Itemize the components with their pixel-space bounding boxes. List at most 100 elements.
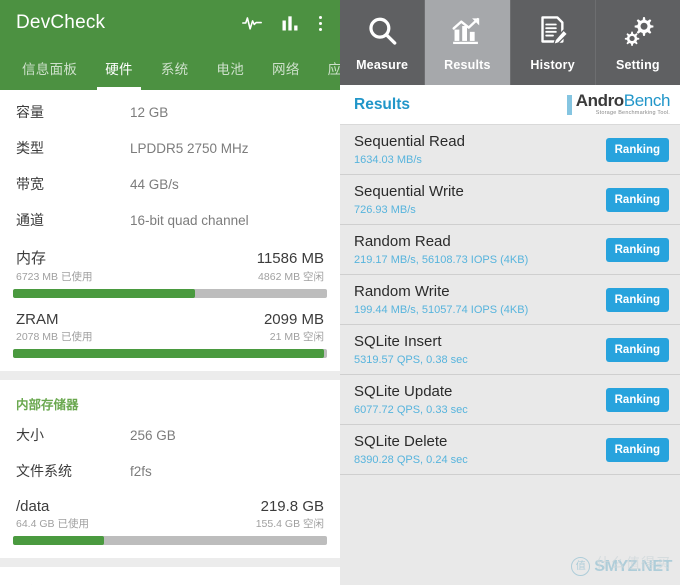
tab-label: 硬件 (105, 62, 133, 77)
document-pencil-icon (536, 14, 570, 53)
tab-results[interactable]: Results (425, 0, 511, 85)
meter-name: /data (16, 498, 50, 515)
tab-setting[interactable]: Setting (595, 0, 680, 85)
ranking-button[interactable]: Ranking (605, 187, 669, 212)
logo-subtitle: Storage Benchmarking Tool. (595, 110, 670, 117)
devcheck-appbar: DevCheck (0, 0, 340, 46)
tab-label: 应用程序 (327, 62, 340, 77)
results-title: Results (354, 95, 410, 113)
result-name: Random Read (354, 233, 451, 251)
screenshot-root: DevCheck 信息面板 硬件 系统 电池 网络 应 容量 12 GB 类型 … (0, 0, 680, 585)
meter-free: 21 MB 空闲 (269, 331, 324, 343)
devcheck-tabs: 信息面板 硬件 系统 电池 网络 应用程序 (0, 46, 340, 90)
gears-icon (621, 14, 655, 53)
info-row-capacity: 容量 12 GB (0, 94, 340, 130)
pulse-icon[interactable] (242, 13, 262, 33)
tab-system[interactable]: 系统 (147, 46, 203, 90)
tab-hardware[interactable]: 硬件 (91, 46, 147, 90)
result-row-sqlite-delete: SQLite Delete 8390.28 QPS, 0.24 sec Rank… (340, 425, 680, 475)
result-name: SQLite Update (354, 383, 453, 401)
meter-used: 2078 MB 已使用 (16, 331, 93, 343)
info-row-filesystem: 文件系统 f2fs (0, 453, 340, 489)
progress-fill (13, 289, 196, 298)
row-value: 256 GB (130, 427, 176, 443)
results-header: Results AndroBench Storage Benchmarking … (340, 85, 680, 125)
result-value: 1634.03 MB/s (354, 153, 422, 166)
result-value: 5319.57 QPS, 0.38 sec (354, 353, 468, 366)
bar-chart-icon[interactable] (280, 13, 300, 33)
ranking-button[interactable]: Ranking (605, 137, 669, 162)
result-value: 8390.28 QPS, 0.24 sec (354, 453, 468, 466)
logo-name-andro: Andro (575, 91, 624, 111)
ranking-button[interactable]: Ranking (605, 337, 669, 362)
meter-name: 内存 (16, 250, 47, 267)
result-row-random-write: Random Write 199.44 MB/s, 51057.74 IOPS … (340, 275, 680, 325)
tab-label: Results (444, 57, 491, 72)
system-storage-card: 系统存储器 文件系统 ext4 /system 2.2 GB 2.2 GB 已使… (0, 567, 340, 585)
androbench-tabbar: Measure Results History Setting (340, 0, 680, 85)
info-row-bandwidth: 带宽 44 GB/s (0, 166, 340, 202)
memory-card: 容量 12 GB 类型 LPDDR5 2750 MHz 带宽 44 GB/s 通… (0, 90, 340, 371)
tab-label: 电池 (216, 62, 245, 77)
internal-storage-card: 内部存储器 大小 256 GB 文件系统 f2fs /data 219.8 GB… (0, 380, 340, 558)
chart-growth-icon (450, 14, 484, 53)
meter-free: 4862 MB 空闲 (258, 271, 324, 283)
overflow-menu-icon[interactable] (318, 13, 322, 33)
ranking-button[interactable]: Ranking (605, 437, 669, 462)
result-name: Sequential Write (354, 183, 464, 201)
androbench-logo: AndroBench Storage Benchmarking Tool. (566, 91, 670, 117)
tab-history[interactable]: History (510, 0, 596, 85)
results-list[interactable]: Sequential Read 1634.03 MB/s Ranking Seq… (340, 125, 680, 585)
result-name: SQLite Insert (354, 333, 442, 351)
devcheck-pane: DevCheck 信息面板 硬件 系统 电池 网络 应 容量 12 GB 类型 … (0, 0, 340, 585)
tab-info-panel[interactable]: 信息面板 (8, 46, 91, 90)
meter-free: 155.4 GB 空闲 (255, 518, 324, 530)
tab-label: Measure (356, 57, 409, 72)
androbench-pane: Measure Results History Setting Results … (340, 0, 680, 585)
tab-label: 网络 (272, 62, 300, 77)
result-row-sqlite-update: SQLite Update 6077.72 QPS, 0.33 sec Rank… (340, 375, 680, 425)
info-row-size: 大小 256 GB (0, 417, 340, 453)
tab-label: 系统 (160, 62, 189, 77)
progress-bar (13, 289, 327, 298)
tab-label: 信息面板 (22, 62, 78, 77)
meter-used: 64.4 GB 已使用 (16, 518, 89, 530)
magnifier-icon (365, 14, 399, 53)
info-row-channel: 通道 16-bit quad channel (0, 202, 340, 238)
app-title: DevCheck (16, 12, 106, 33)
row-value: 12 GB (130, 104, 169, 120)
meter-data-partition: /data 219.8 GB 64.4 GB 已使用 155.4 GB 空闲 (0, 489, 340, 549)
tab-measure[interactable]: Measure (340, 0, 426, 85)
meter-zram: ZRAM 2099 MB 2078 MB 已使用 21 MB 空闲 (0, 302, 340, 362)
meter-total: 2099 MB (263, 311, 324, 328)
row-value: f2fs (130, 463, 152, 479)
row-key: 类型 (16, 140, 44, 156)
result-name: Sequential Read (354, 133, 465, 151)
tab-label: Setting (615, 57, 660, 72)
appbar-actions (242, 13, 330, 33)
meter-total: 11586 MB (256, 250, 324, 267)
info-row-type: 类型 LPDDR5 2750 MHz (0, 130, 340, 166)
tab-battery[interactable]: 电池 (202, 46, 258, 90)
tab-apps[interactable]: 应用程序 (314, 46, 340, 90)
result-row-sequential-read: Sequential Read 1634.03 MB/s Ranking (340, 125, 680, 175)
logo-bar-icon (566, 94, 572, 115)
section-title-internal-storage: 内部存储器 (16, 398, 79, 412)
result-value: 726.93 MB/s (354, 203, 416, 216)
meter-name: ZRAM (16, 311, 59, 328)
progress-bar (13, 536, 327, 545)
devcheck-content[interactable]: 容量 12 GB 类型 LPDDR5 2750 MHz 带宽 44 GB/s 通… (0, 90, 340, 585)
meter-ram: 内存 11586 MB 6723 MB 已使用 4862 MB 空闲 (0, 238, 340, 302)
tab-network[interactable]: 网络 (258, 46, 314, 90)
result-name: SQLite Delete (354, 433, 448, 451)
ranking-button[interactable]: Ranking (605, 287, 669, 312)
row-value: 16-bit quad channel (130, 212, 249, 228)
ranking-button[interactable]: Ranking (605, 237, 669, 262)
ranking-button[interactable]: Ranking (605, 387, 669, 412)
row-value: LPDDR5 2750 MHz (130, 140, 249, 156)
result-value: 199.44 MB/s, 51057.74 IOPS (4KB) (354, 303, 529, 316)
progress-fill (13, 536, 105, 545)
row-key: 通道 (16, 212, 44, 228)
row-value: 44 GB/s (130, 176, 179, 192)
result-name: Random Write (354, 283, 450, 301)
